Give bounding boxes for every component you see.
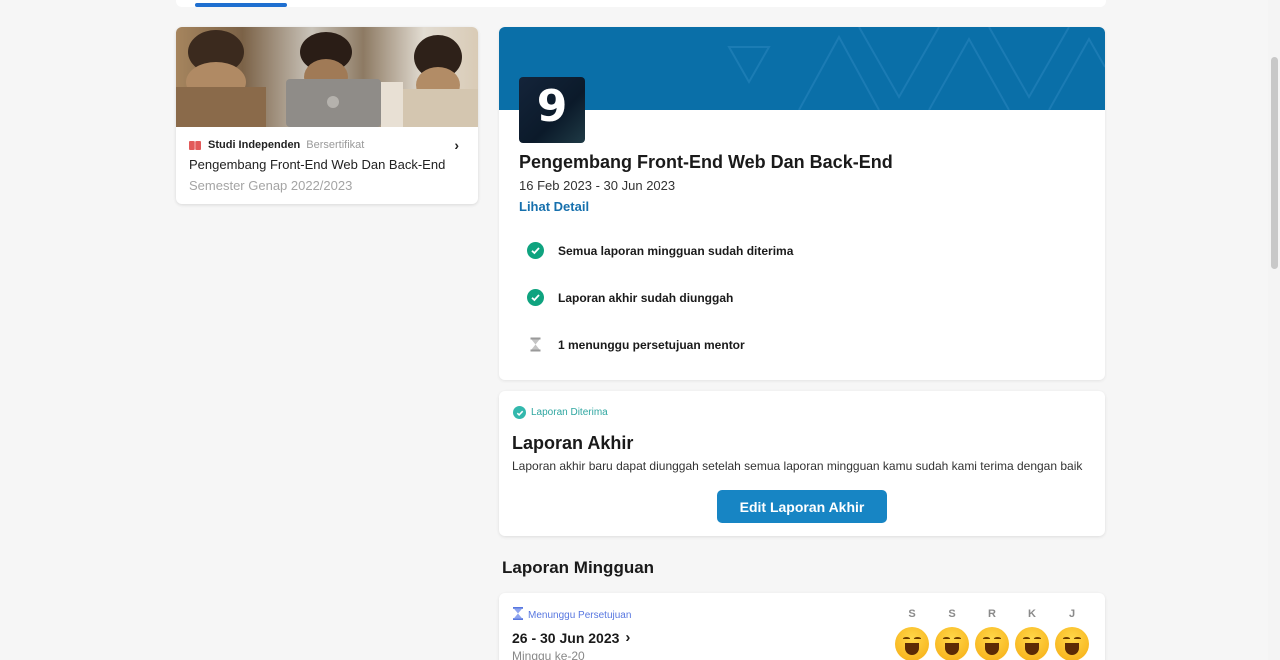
final-report-description: Laporan akhir baru dapat diunggah setela…: [512, 459, 1083, 473]
date-range-label: 26 - 30 Jun 2023: [512, 629, 620, 646]
day-label: S: [908, 608, 916, 620]
happy-emoji-icon: [1055, 627, 1089, 660]
day-label: R: [988, 608, 996, 620]
weekly-reports-heading: Laporan Mingguan: [502, 558, 655, 577]
program-category: Studi Independen: [208, 139, 301, 151]
check-circle-icon: [527, 242, 544, 259]
weekly-date-range[interactable]: 26 - 30 Jun 2023 ›: [512, 629, 630, 646]
chevron-right-icon[interactable]: ›: [454, 137, 459, 153]
banner-pattern: [727, 27, 1105, 110]
day-column: S: [934, 608, 970, 660]
edit-final-report-button[interactable]: Edit Laporan Akhir: [717, 490, 887, 523]
hourglass-icon: [527, 336, 544, 353]
badge-label: Laporan Diterima: [531, 407, 608, 418]
day-label: K: [1028, 608, 1036, 620]
status-weekly-accepted: Semua laporan mingguan sudah diterima: [527, 242, 793, 259]
scrollbar[interactable]: [1268, 0, 1280, 660]
program-banner: [499, 27, 1105, 110]
active-tab-indicator: [195, 3, 287, 7]
day-column: R: [974, 608, 1010, 660]
program-name: Pengembang Front-End Web Dan Back-End: [189, 157, 446, 172]
day-column: S: [894, 608, 930, 660]
day-column: J: [1054, 608, 1090, 660]
book-icon: [189, 140, 201, 150]
week-number: Minggu ke-20: [512, 649, 585, 660]
students-image: [176, 30, 478, 127]
final-report-card: Laporan Diterima Laporan Akhir Laporan a…: [499, 391, 1105, 536]
check-circle-icon: [513, 406, 526, 419]
program-semester: Semester Genap 2022/2023: [189, 178, 353, 193]
status-label: 1 menunggu persetujuan mentor: [558, 337, 745, 352]
happy-emoji-icon: [975, 627, 1009, 660]
see-detail-link[interactable]: Lihat Detail: [519, 199, 589, 214]
status-pending-mentor: 1 menunggu persetujuan mentor: [527, 336, 745, 353]
status-label: Laporan akhir sudah diunggah: [558, 290, 734, 305]
final-report-title: Laporan Akhir: [512, 433, 634, 453]
happy-emoji-icon: [1015, 627, 1049, 660]
weekly-report-card[interactable]: Menunggu Persetujuan 26 - 30 Jun 2023 › …: [499, 593, 1105, 660]
program-meta: Studi Independen Bersertifikat ›: [189, 137, 465, 153]
chevron-right-icon: ›: [625, 629, 631, 646]
program-title: Pengembang Front-End Web Dan Back-End: [519, 152, 893, 172]
day-label: J: [1068, 608, 1076, 620]
report-accepted-badge: Laporan Diterima: [513, 406, 608, 419]
day-column: K: [1014, 608, 1050, 660]
hourglass-icon: [513, 607, 523, 623]
certificate-label: Bersertifikat: [306, 139, 365, 151]
status-final-uploaded: Laporan akhir sudah diunggah: [527, 289, 733, 306]
happy-emoji-icon: [935, 627, 969, 660]
top-tab-bar: [176, 0, 1106, 7]
program-detail-panel: 9 Pengembang Front-End Web Dan Back-End …: [499, 27, 1105, 380]
program-dates: 16 Feb 2023 - 30 Jun 2023: [519, 178, 676, 193]
program-photo: [176, 27, 478, 127]
check-circle-icon: [527, 289, 544, 306]
scrollbar-thumb[interactable]: [1271, 57, 1278, 269]
status-label: Semua laporan mingguan sudah diterima: [558, 243, 794, 258]
logo-letter: 9: [536, 81, 568, 132]
pending-approval-badge: Menunggu Persetujuan: [513, 607, 631, 623]
program-card[interactable]: Studi Independen Bersertifikat › Pengemb…: [176, 27, 478, 204]
program-logo: 9: [519, 77, 585, 143]
happy-emoji-icon: [895, 627, 929, 660]
badge-label: Menunggu Persetujuan: [528, 609, 632, 621]
day-label: S: [948, 608, 956, 620]
